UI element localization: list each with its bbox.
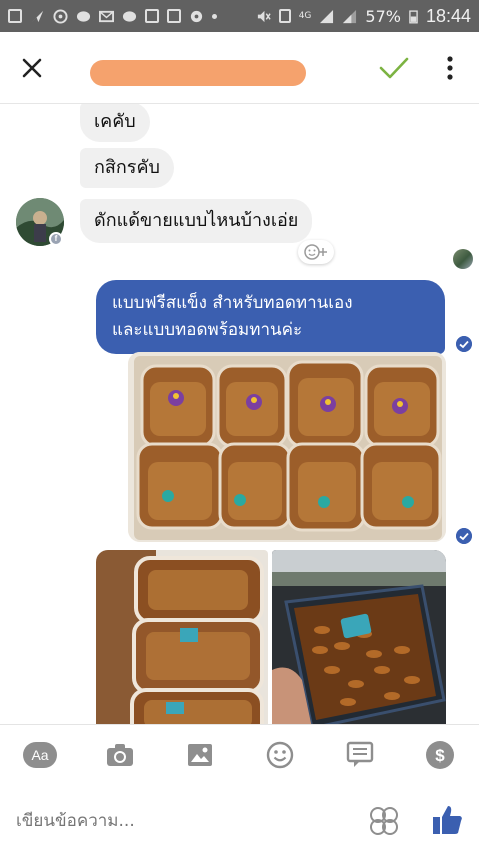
photo-image (96, 550, 268, 724)
notification-icons (8, 8, 217, 24)
battery-percent: 57% (365, 6, 401, 26)
mail-icon (99, 10, 114, 22)
message-icon (346, 741, 374, 767)
payment-icon: $ (426, 741, 454, 769)
like-button[interactable] (430, 803, 464, 837)
conversation-header (0, 32, 479, 104)
emoji-add-icon (304, 244, 327, 260)
facebook-icon (8, 9, 22, 23)
more-vertical-icon[interactable] (440, 54, 460, 82)
system-icons: 4G 57% 18:44 (256, 6, 471, 27)
message-list[interactable]: เคคับ กสิกรคับ ดักแด้ขายแบบไหนบ้างเอ่ย f… (0, 104, 479, 724)
signal-icon-2 (343, 9, 357, 23)
clock: 18:44 (425, 5, 471, 26)
outgoing-message-line: และแบบทอดพร้อมทานค่ะ (112, 320, 303, 340)
contact-name-redacted (90, 60, 306, 86)
message-button[interactable] (340, 739, 380, 771)
send-icon (31, 10, 44, 22)
incoming-message[interactable]: เคคับ (80, 104, 150, 142)
line-icon-2 (122, 10, 137, 22)
outgoing-message-line: แบบฟรีสแข็ง สำหรับทอดทานเอง (112, 293, 353, 313)
read-receipt-avatar (453, 249, 473, 269)
facebook-badge-icon: f (49, 232, 63, 246)
add-reaction-button[interactable] (298, 240, 334, 264)
stickers-icon (370, 807, 398, 835)
svg-text:$: $ (435, 746, 445, 765)
outgoing-message[interactable]: แบบฟรีสแข็ง สำหรับทอดทานเอง และแบบทอดพร้… (96, 280, 445, 354)
emoji-icon (266, 741, 294, 769)
gallery-icon (167, 9, 181, 23)
close-icon[interactable] (18, 54, 46, 82)
message-input[interactable] (16, 807, 316, 835)
photo-image (128, 352, 446, 542)
more-notifications-dot (212, 13, 217, 19)
delivered-check-icon (456, 528, 472, 544)
settings-alert-icon (190, 10, 203, 22)
delivered-check-icon (456, 336, 472, 352)
battery-icon (409, 9, 418, 23)
shared-photo[interactable] (272, 550, 446, 724)
image-icon (188, 744, 212, 766)
incoming-message[interactable]: ดักแด้ขายแบบไหนบ้างเอ่ย (80, 199, 313, 243)
line-icon (76, 10, 91, 22)
text-format-button[interactable]: Aa (20, 739, 60, 771)
camera-button[interactable] (100, 739, 140, 771)
emoji-button[interactable] (260, 739, 300, 771)
shared-photo[interactable] (128, 352, 446, 542)
sim-icon (278, 9, 291, 23)
shared-photo[interactable] (96, 550, 268, 724)
mute-icon (257, 10, 271, 22)
network-type: 4G (298, 11, 312, 21)
clipboard-icon (145, 9, 159, 23)
messenger-icon (53, 8, 68, 24)
thumbs-up-icon (433, 806, 462, 834)
text-format-icon: Aa (23, 742, 57, 768)
payment-button[interactable]: $ (420, 739, 460, 771)
camera-icon (107, 744, 133, 766)
stickers-button[interactable] (368, 805, 400, 837)
incoming-message[interactable]: กสิกรคับ (80, 148, 174, 188)
photo-image (272, 550, 446, 724)
gallery-button[interactable] (180, 739, 220, 771)
composer: Aa $ (0, 724, 479, 850)
status-bar: 4G 57% 18:44 (0, 0, 479, 32)
check-icon[interactable] (378, 54, 410, 82)
signal-icon (320, 9, 334, 23)
